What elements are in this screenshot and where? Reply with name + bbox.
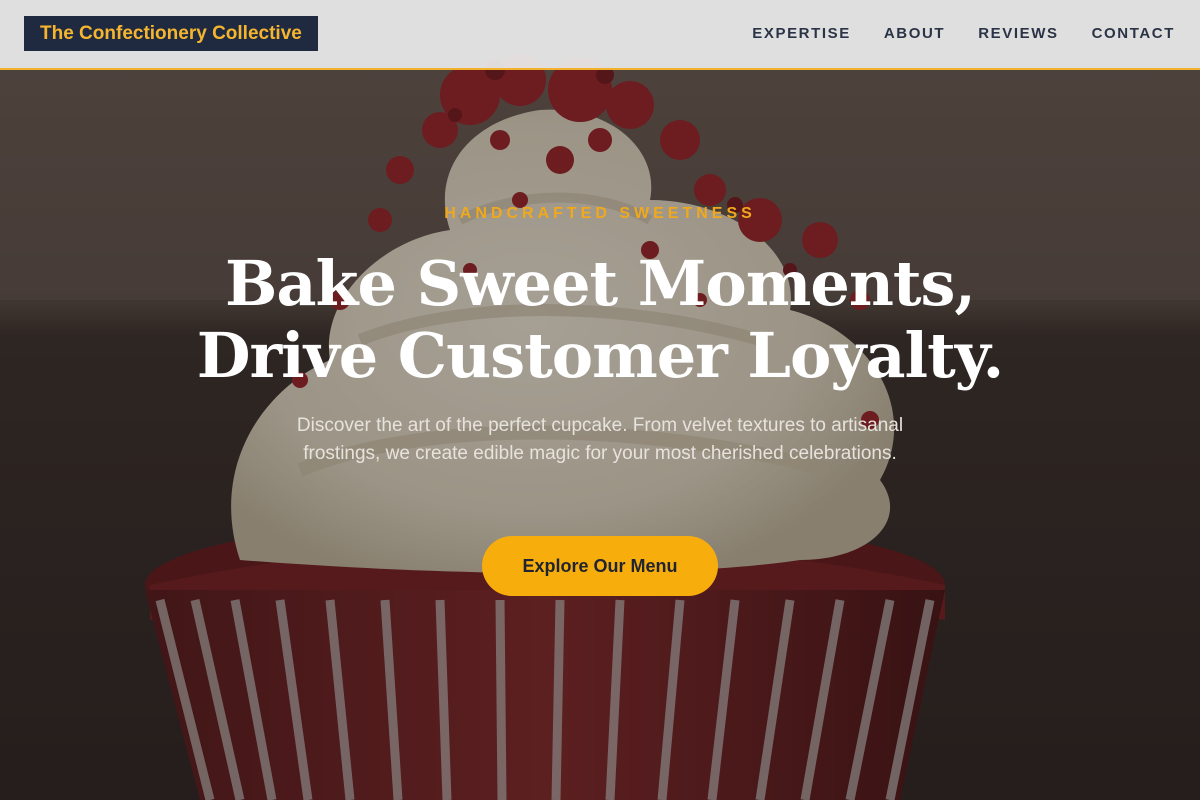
nav-link-about[interactable]: ABOUT bbox=[884, 24, 945, 44]
nav-links: EXPERTISE ABOUT REVIEWS CONTACT bbox=[752, 24, 1175, 44]
hero-eyebrow: HANDCRAFTED SWEETNESS bbox=[444, 205, 756, 222]
hero-headline: Bake Sweet Moments, Drive Customer Loyal… bbox=[0, 248, 1200, 392]
nav-link-expertise[interactable]: EXPERTISE bbox=[752, 24, 851, 44]
nav-link-contact[interactable]: CONTACT bbox=[1092, 24, 1175, 44]
hero-description: Discover the art of the perfect cupcake.… bbox=[296, 415, 904, 464]
brand-logo[interactable]: The Confectionery Collective bbox=[24, 16, 318, 51]
hero-headline-line-1: Bake Sweet Moments, bbox=[224, 247, 976, 320]
hero-content: HANDCRAFTED SWEETNESS Bake Sweet Moments… bbox=[0, 0, 1200, 800]
hero-headline-line-2: Drive Customer Loyalty. bbox=[196, 319, 1005, 392]
nav-link-reviews[interactable]: REVIEWS bbox=[978, 24, 1058, 44]
top-navigation-bar: The Confectionery Collective EXPERTISE A… bbox=[0, 0, 1200, 70]
explore-menu-button[interactable]: Explore Our Menu bbox=[482, 536, 718, 596]
